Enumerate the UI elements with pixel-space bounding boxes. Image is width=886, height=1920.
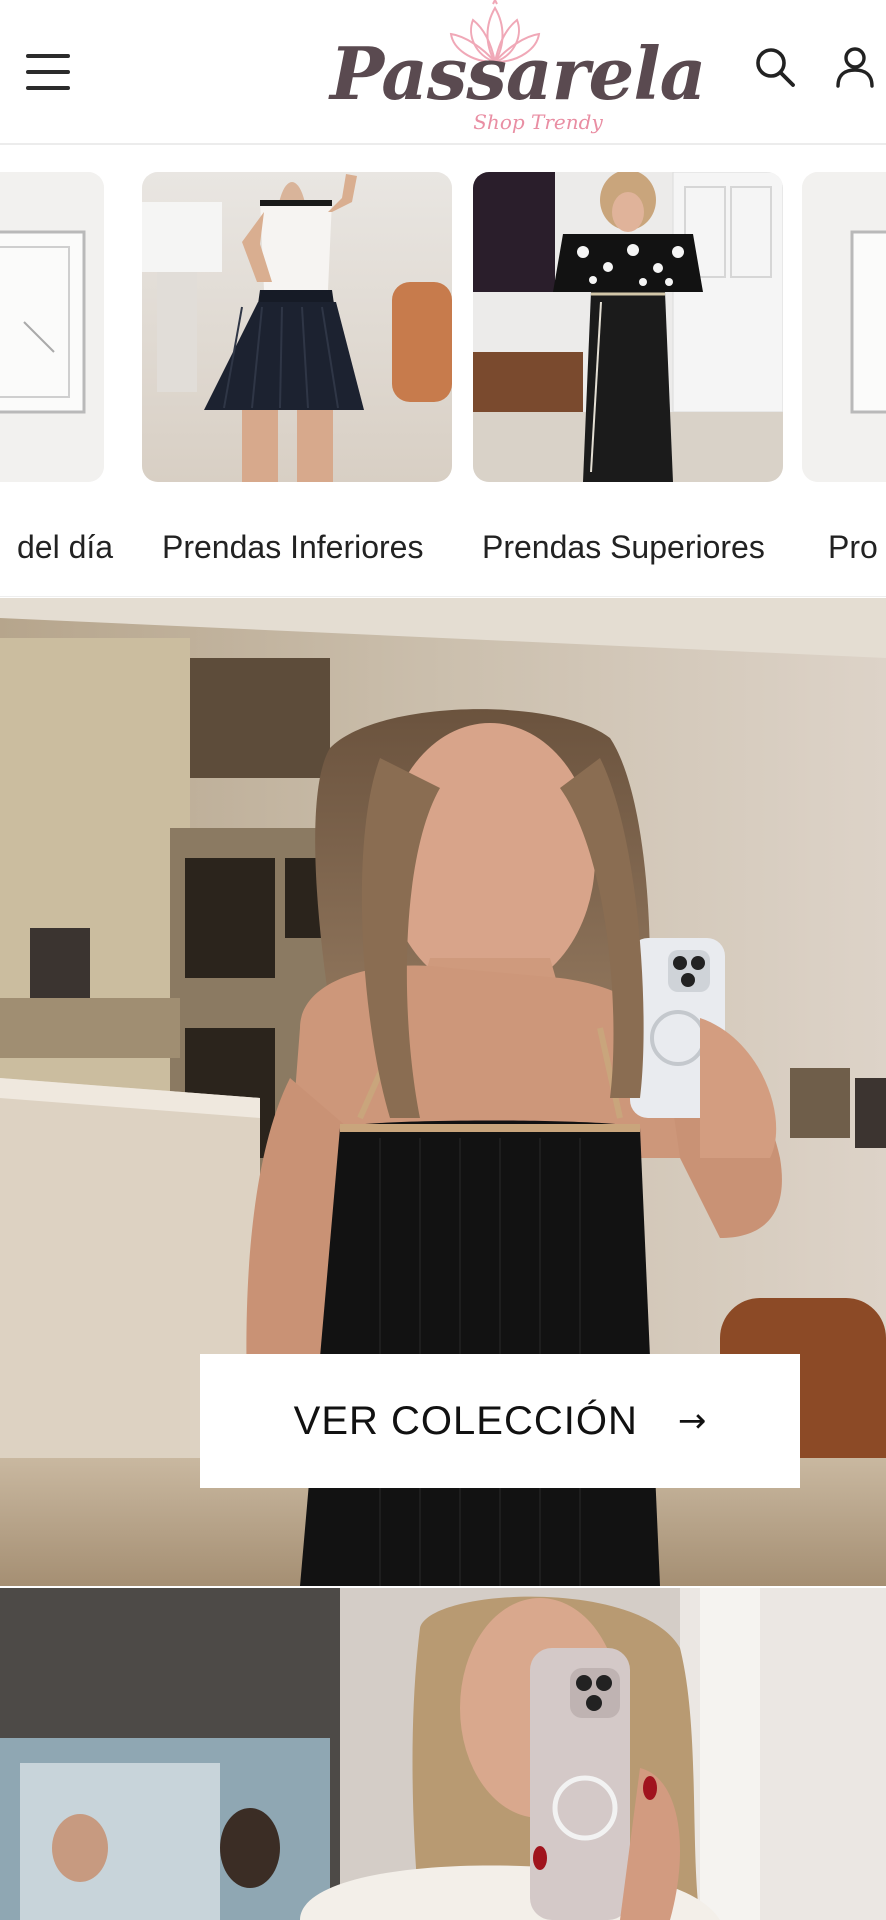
category-card[interactable] [802,172,886,482]
category-card[interactable] [473,172,783,482]
model-skirt-image [142,172,452,482]
category-carousel[interactable]: del día Prendas Inferiores Prendas Super… [0,147,886,597]
brand-name: Passarela [330,31,706,116]
model-top-image [473,172,783,482]
product-frame-image [0,172,104,482]
category-label[interactable]: Pro [828,529,878,566]
category-label[interactable]: Prendas Inferiores [162,529,423,566]
category-card[interactable] [142,172,452,482]
view-collection-button[interactable]: VER COLECCIÓN → [200,1354,800,1488]
account-icon[interactable] [832,44,878,90]
arrow-right-icon: → [677,1401,707,1441]
view-collection-label: VER COLECCIÓN [293,1398,638,1443]
product-frame-image [802,172,886,482]
category-label[interactable]: Prendas Superiores [482,529,765,566]
category-label[interactable]: del día [17,529,113,566]
secondary-banner[interactable] [0,1588,886,1920]
site-header: Passarela Shop Trendy [0,0,886,145]
brand-logo[interactable]: Passarela Shop Trendy [330,0,706,145]
hamburger-menu-icon[interactable] [26,54,70,90]
category-card[interactable] [0,172,104,482]
brand-tagline: Shop Trendy [473,110,603,134]
hero-banner[interactable]: VER COLECCIÓN → [0,598,886,1586]
search-icon[interactable] [752,44,798,90]
secondary-model-image [0,1588,886,1920]
page: Passarela Shop Trendy del día Prendas In… [0,0,886,1920]
